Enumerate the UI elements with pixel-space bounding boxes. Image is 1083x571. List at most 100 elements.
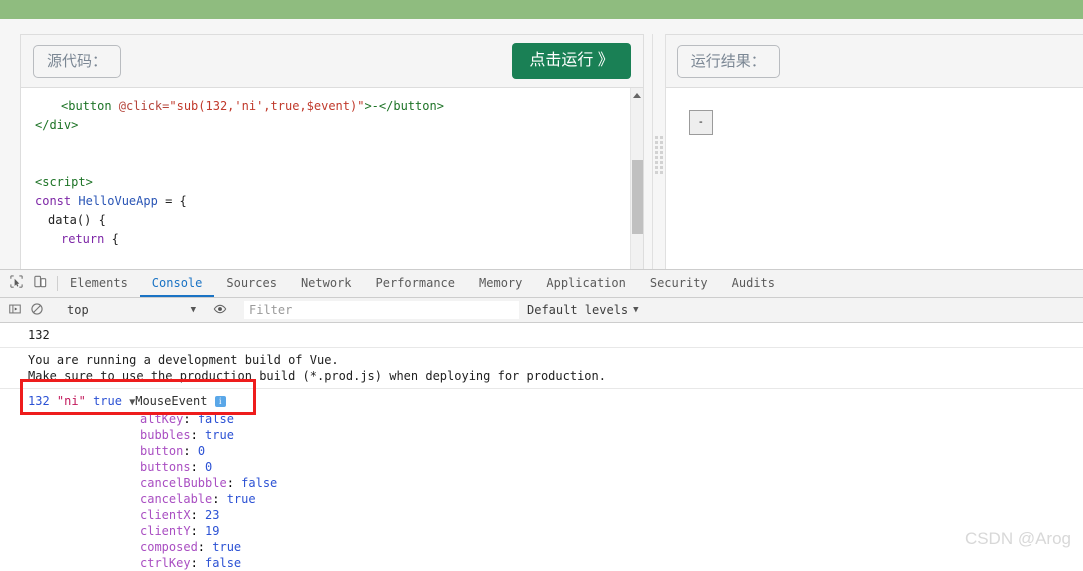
work-area: 源代码： 点击运行 》 <button @click="sub(132,'ni'… [0,19,1083,276]
tab-application[interactable]: Application [534,270,637,297]
code-editor-wrap: <button @click="sub(132,'ni',true,$event… [21,88,643,275]
device-toolbar-icon[interactable] [33,274,48,293]
property-value: false [241,476,278,490]
property-value: 23 [205,508,220,522]
property-row: altKey: false [140,412,234,426]
code-line: const HelloVueApp = { [35,192,630,211]
property-key: clientY [140,524,191,538]
log-number: 132 [28,394,50,408]
log-object-name[interactable]: MouseEvent [135,394,207,408]
property-key: ctrlKey [140,556,191,570]
property-value: 19 [205,524,220,538]
result-minus-button[interactable]: - [688,110,713,135]
code-line: data() { [35,211,630,230]
console-settings-eye-icon[interactable] [213,301,227,320]
panel-splitter[interactable] [652,34,666,276]
code-token: return [61,232,105,246]
tab-memory[interactable]: Memory [467,270,534,297]
property-row: cancelable: true [140,492,256,506]
code-token: @click= [118,99,170,113]
scroll-up-arrow-icon[interactable] [632,93,641,98]
console-logged-object[interactable]: 132 "ni" true ▼MouseEvent i altKey: false… [0,389,1083,571]
tab-sources[interactable]: Sources [214,270,289,297]
property-key: button [140,444,184,458]
console-context-value: top [67,303,89,317]
console-row[interactable]: 132 [0,323,1083,348]
property-key: buttons [140,460,191,474]
code-token: <button [61,99,119,113]
console-levels-select[interactable]: Default levels ▼ [527,303,639,317]
console-log-values: 132 "ni" true ▼MouseEvent i [28,393,1083,411]
property-value: false [197,412,234,426]
code-token: HelloVueApp [78,194,158,208]
source-code-label: 源代码： [33,44,122,78]
console-levels-value: Default levels [527,303,629,317]
clear-console-icon[interactable] [30,301,44,320]
chevron-down-icon: ▼ [190,305,196,315]
console-row[interactable]: You are running a development build of V… [0,348,1083,389]
property-row: buttons: 0 [140,460,213,474]
property-key: cancelable [140,492,213,506]
property-row: cancelBubble: false [140,476,278,490]
source-code-panel: 源代码： 点击运行 》 <button @click="sub(132,'ni'… [20,34,644,276]
property-value: 0 [197,444,206,458]
info-icon[interactable]: i [214,396,226,407]
property-row: bubbles: true [140,428,234,442]
code-line: <script> [35,173,630,192]
result-header: 运行结果： [664,35,1083,88]
tab-security[interactable]: Security [638,270,720,297]
inspect-element-icon[interactable] [9,274,24,293]
code-token: { [104,232,119,246]
log-string: "ni" [56,394,86,408]
mouse-event-properties: altKey: false bubbles: true button: 0 butto… [28,411,1083,571]
property-row: clientY: 19 [140,524,220,538]
run-button[interactable]: 点击运行 》 [512,43,631,79]
devtools-panel: Elements Console Sources Network Performance… [0,269,1083,570]
tab-network[interactable]: Network [289,270,364,297]
property-value: true [205,428,234,442]
code-token: const [35,194,79,208]
console-output[interactable]: 132 You are running a development build o… [0,323,1083,571]
console-context-select[interactable]: top ▼ [61,303,196,317]
log-boolean: true [93,394,122,408]
property-key: composed [140,540,198,554]
property-row: button: 0 [140,444,206,458]
result-panel: 运行结果： - [663,34,1083,276]
tab-elements[interactable]: Elements [58,270,140,297]
console-sidebar-toggle-icon[interactable] [8,301,22,320]
console-message-line: Make sure to use the production build (*… [28,369,606,383]
property-key: bubbles [140,428,191,442]
property-value: 0 [205,460,213,474]
property-row: clientX: 23 [140,508,220,522]
scrollbar-thumb[interactable] [631,160,643,234]
property-row: ctrlKey: false [140,556,242,570]
code-editor[interactable]: <button @click="sub(132,'ni',true,$event… [21,88,630,275]
code-token: <script> [35,175,93,189]
tab-performance[interactable]: Performance [364,270,467,297]
splitter-grip-icon [655,136,663,174]
console-filter-bar: top ▼ Default levels ▼ [0,298,1083,323]
code-token: >-</button> [364,99,444,113]
result-output-area: - [664,88,1083,275]
tab-console[interactable]: Console [139,270,215,297]
property-row: composed: true [140,540,242,554]
property-value: true [226,492,256,506]
property-key: altKey [140,412,184,426]
console-filter-input[interactable] [244,301,519,319]
console-message-line: You are running a development build of V… [28,353,339,367]
code-token: </div> [35,118,79,132]
code-token: = { [157,194,187,208]
tab-audits[interactable]: Audits [720,270,787,297]
source-code-header: 源代码： 点击运行 》 [21,35,643,88]
code-line: <button @click="sub(132,'ni',true,$event… [35,97,630,116]
devtools-tab-bar: Elements Console Sources Network Performance… [0,270,1083,298]
devtools-tabs: Elements Console Sources Network Performance… [58,270,787,297]
code-vertical-scrollbar[interactable] [629,88,643,275]
code-token: "sub(132,'ni',true,$event)" [169,99,365,113]
watermark: CSDN @Arog [964,529,1071,548]
top-green-bar [0,0,1083,19]
code-line: </div> [35,116,630,135]
property-key: cancelBubble [140,476,227,490]
